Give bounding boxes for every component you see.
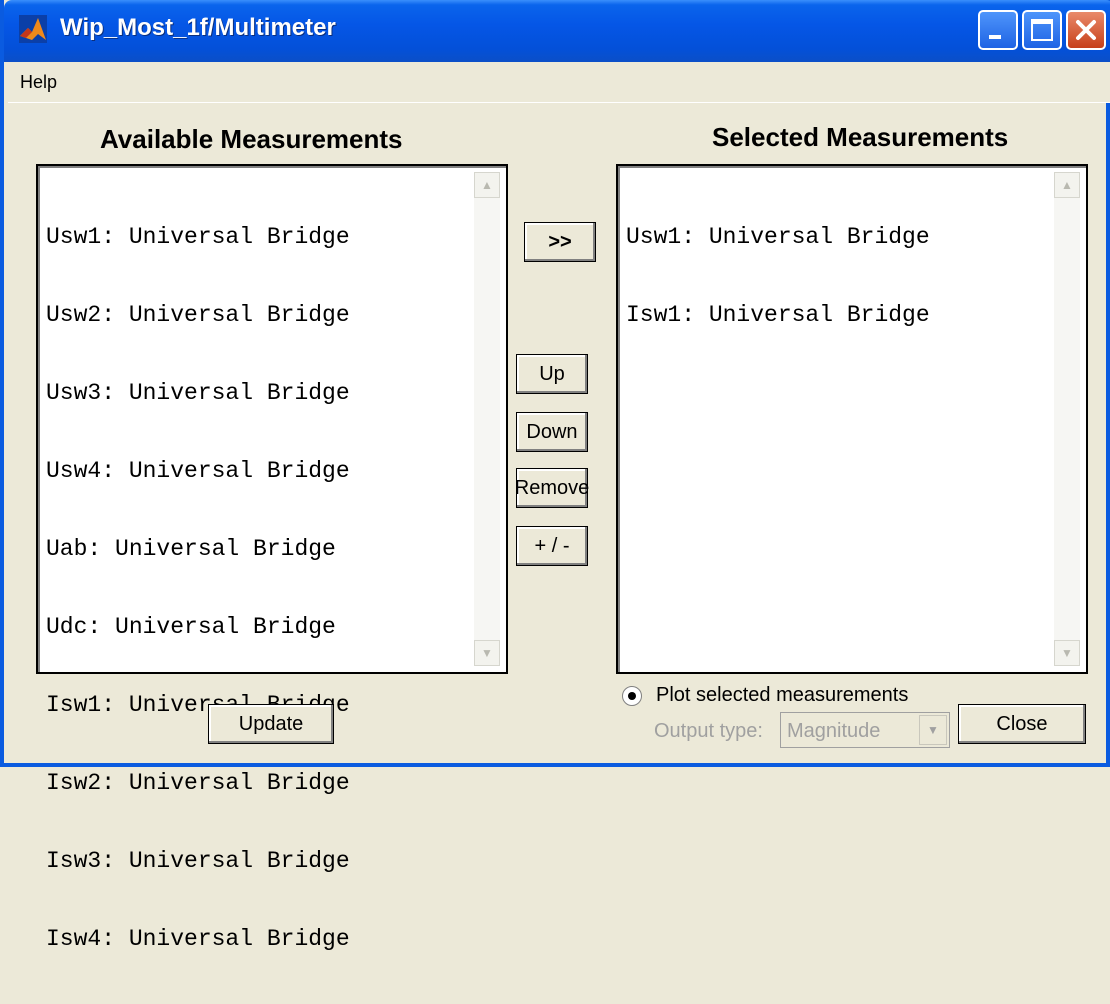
selected-list: Usw1: Universal Bridge Isw1: Universal B… xyxy=(626,172,930,380)
minimize-button[interactable] xyxy=(978,10,1018,50)
available-heading: Available Measurements xyxy=(100,124,403,154)
close-window-button[interactable] xyxy=(1066,10,1106,50)
list-item[interactable]: Isw1: Universal Bridge xyxy=(626,302,930,328)
plot-selected-label: Plot selected measurements xyxy=(656,684,909,706)
list-item[interactable]: Isw4: Universal Bridge xyxy=(46,926,350,952)
scroll-up-arrow-icon: ▲ xyxy=(481,178,493,192)
selected-scrollbar[interactable]: ▲ ▼ xyxy=(1054,172,1080,666)
remove-button[interactable]: Remove xyxy=(515,468,589,508)
maximize-button[interactable] xyxy=(1022,10,1062,50)
output-type-value: Magnitude xyxy=(787,720,881,742)
scroll-down-button[interactable]: ▼ xyxy=(1054,640,1080,666)
scroll-down-arrow-icon: ▼ xyxy=(1061,646,1073,660)
multimeter-window: Wip_Most_1f/Multimeter Help Available Me… xyxy=(0,0,1110,952)
available-list: Usw1: Universal Bridge Usw2: Universal B… xyxy=(46,172,350,1004)
scroll-up-arrow-icon: ▲ xyxy=(1061,178,1073,192)
list-item[interactable]: Isw2: Universal Bridge xyxy=(46,770,350,796)
window-title: Wip_Most_1f/Multimeter xyxy=(60,14,336,41)
sign-toggle-button[interactable]: + / - xyxy=(516,526,588,566)
available-listbox[interactable]: Usw1: Universal Bridge Usw2: Universal B… xyxy=(36,164,508,952)
title-bar[interactable]: Wip_Most_1f/Multimeter xyxy=(4,0,1110,62)
radio-dot xyxy=(628,692,636,700)
menu-help[interactable]: Help xyxy=(20,72,57,93)
list-item[interactable]: Udc: Universal Bridge xyxy=(46,614,350,640)
selected-listbox[interactable]: Usw1: Universal Bridge Isw1: Universal B… xyxy=(616,164,1088,674)
scroll-down-arrow-icon: ▼ xyxy=(481,646,493,660)
available-scrollbar[interactable]: ▲ ▼ xyxy=(474,172,500,666)
output-type-select: Magnitude ▼ xyxy=(780,712,950,748)
plot-selected-radio[interactable] xyxy=(622,686,642,706)
dropdown-arrow-icon: ▼ xyxy=(927,723,939,737)
scroll-down-button[interactable]: ▼ xyxy=(474,640,500,666)
minimize-icon xyxy=(989,35,1001,39)
menu-bar: Help xyxy=(8,62,1110,103)
list-item[interactable]: Isw3: Universal Bridge xyxy=(46,848,350,874)
move-down-button[interactable]: Down xyxy=(516,412,588,452)
list-item[interactable]: Uab: Universal Bridge xyxy=(46,536,350,562)
update-button[interactable]: Update xyxy=(208,704,334,744)
maximize-icon xyxy=(1031,19,1053,41)
list-item[interactable]: Usw3: Universal Bridge xyxy=(46,380,350,406)
selected-heading: Selected Measurements xyxy=(712,122,1009,152)
list-item[interactable]: Usw1: Universal Bridge xyxy=(46,224,350,250)
list-item[interactable]: Usw1: Universal Bridge xyxy=(626,224,930,250)
close-icon xyxy=(1076,20,1096,40)
matlab-icon xyxy=(19,15,47,43)
scroll-up-button[interactable]: ▲ xyxy=(1054,172,1080,198)
list-item[interactable]: Usw2: Universal Bridge xyxy=(46,302,350,328)
close-button[interactable]: Close xyxy=(958,704,1086,744)
output-type-label: Output type: xyxy=(654,720,763,742)
move-up-button[interactable]: Up xyxy=(516,354,588,394)
add-measurement-button[interactable]: >> xyxy=(524,222,596,262)
list-item[interactable]: Usw4: Universal Bridge xyxy=(46,458,350,484)
scroll-up-button[interactable]: ▲ xyxy=(474,172,500,198)
dropdown-arrow-button: ▼ xyxy=(919,715,947,745)
